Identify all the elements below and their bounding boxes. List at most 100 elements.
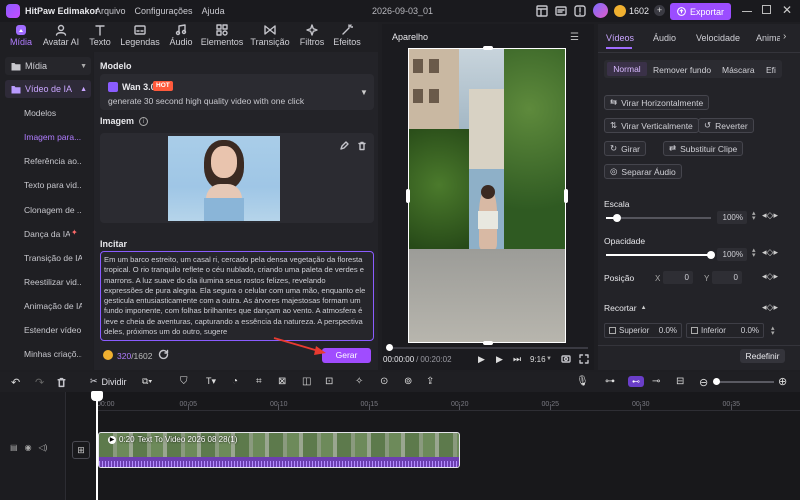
stepper-icon[interactable]: ▴ ▾ — [752, 210, 756, 222]
subtab-remover-fundo[interactable]: Remover fundo — [653, 65, 711, 75]
edit-icon[interactable] — [339, 141, 349, 151]
keyframe-nav-icon[interactable]: ◂◇▸ — [762, 271, 778, 282]
magnet-icon[interactable]: ⊷ — [628, 376, 644, 387]
zoom-slider-knob[interactable] — [713, 378, 720, 385]
resize-handle-bottom[interactable] — [483, 341, 493, 345]
scale-slider[interactable] — [606, 217, 711, 219]
stepper-icon[interactable]: ▴ ▾ — [752, 247, 756, 259]
sidebar-section-video-ia[interactable]: Vídeo de IA ▲ — [5, 80, 91, 98]
play-icon[interactable]: ▶ — [478, 354, 485, 365]
resize-handle-top[interactable] — [483, 46, 493, 50]
sidebar-item-clonagem[interactable]: Clonagem de ... — [24, 205, 82, 215]
keyframe-nav-icon[interactable]: ◂◇▸ — [762, 210, 778, 221]
delete-icon[interactable] — [56, 377, 67, 388]
microphone-icon[interactable]: 🎙 — [576, 376, 589, 387]
mask-icon[interactable]: ◫ — [302, 376, 311, 387]
scale-slider-knob[interactable] — [612, 214, 621, 222]
sidebar-item-animacao-ia[interactable]: Animação de IA — [24, 301, 82, 311]
tab-velocidade[interactable]: Velocidade — [696, 33, 740, 43]
tab-animacao[interactable]: Animaç — [756, 33, 780, 43]
refresh-icon[interactable] — [158, 349, 169, 360]
record-icon[interactable]: ⊙ — [380, 376, 388, 387]
zoom-out-icon[interactable]: ⊖ — [699, 376, 708, 389]
undo-icon[interactable]: ↶ — [11, 376, 20, 389]
time-ruler[interactable] — [97, 393, 800, 411]
skip-end-icon[interactable]: ⏭ — [513, 354, 521, 365]
minimize-icon[interactable] — [742, 11, 752, 12]
shield-icon[interactable]: ⛉ — [180, 376, 188, 387]
subtab-mascara[interactable]: Máscara — [722, 65, 755, 75]
scale-value[interactable]: 100% — [717, 211, 747, 224]
delete-icon[interactable] — [357, 141, 367, 151]
snapshot-icon[interactable] — [561, 354, 571, 363]
fullscreen-icon[interactable] — [579, 354, 589, 364]
tab-audio-props[interactable]: Áudio — [653, 33, 676, 43]
add-track-icon[interactable]: ⊞ — [72, 441, 90, 459]
tab-videos[interactable]: Vídeos — [606, 33, 634, 43]
crop-icon[interactable]: ⌗ — [256, 376, 262, 387]
info-icon[interactable]: i — [139, 116, 149, 126]
sidebar-item-minhas-criacoes[interactable]: Minhas criaçõ... — [24, 349, 82, 359]
visibility-icon[interactable]: ◉ — [25, 443, 32, 452]
tab-filtros[interactable]: Filtros — [296, 22, 328, 52]
subtab-efeitos[interactable]: Efi — [766, 65, 780, 75]
video-frame[interactable] — [408, 48, 566, 343]
playhead-knob[interactable] — [386, 344, 393, 351]
subtab-normal[interactable]: Normal — [607, 62, 647, 76]
sidebar-item-estender[interactable]: Estender vídeo — [24, 325, 82, 335]
sidebar-item-modelos[interactable]: Modelos — [24, 108, 82, 118]
tab-elementos[interactable]: Elementos — [200, 22, 244, 52]
tab-midia[interactable]: Mídia — [6, 22, 36, 52]
sidebar-item-transicao-ia[interactable]: Transição de IA — [24, 253, 82, 263]
rotate-button[interactable]: ↻ Girar — [604, 141, 647, 156]
snap-icon[interactable]: ⊸ — [652, 376, 660, 387]
menu-arquivo[interactable]: Arquivo — [95, 6, 126, 16]
link-icon[interactable]: ⊶ — [605, 376, 615, 387]
avatar[interactable] — [593, 3, 608, 18]
tab-efeitos[interactable]: Efeitos — [332, 22, 362, 52]
menu-ajuda[interactable]: Ajuda — [202, 6, 225, 16]
tab-texto[interactable]: Texto — [86, 22, 114, 52]
pos-y-input[interactable]: 0 — [712, 271, 742, 284]
sidebar-item-imagem-para[interactable]: Imagem para... — [24, 132, 82, 142]
tab-audio[interactable]: Áudio — [166, 22, 196, 52]
chevron-right-icon[interactable]: › — [783, 31, 786, 42]
playhead-handle[interactable] — [91, 391, 103, 401]
separate-audio-button[interactable]: ◎ Separar Áudio — [604, 164, 682, 179]
opacity-slider[interactable] — [606, 254, 711, 256]
export-button[interactable]: Exportar — [670, 3, 731, 20]
menu-configuracoes[interactable]: Configurações — [135, 6, 193, 16]
transform-icon[interactable]: ⊡ — [325, 376, 333, 387]
speed-icon[interactable]: ◔ — [232, 376, 238, 387]
redo-icon[interactable]: ↷ — [35, 376, 44, 389]
export-frame-icon[interactable]: ⇪ — [426, 376, 434, 387]
flip-horizontal-button[interactable]: ⇆ Virar Horizontalmente — [604, 95, 710, 110]
stepper-icon[interactable]: ▴ ▾ — [771, 325, 775, 337]
keyframe-nav-icon[interactable]: ◂◇▸ — [762, 302, 778, 313]
keyframe-nav-icon[interactable]: ◂◇▸ — [762, 247, 778, 258]
sidebar-item-referencia[interactable]: Referência ao... — [24, 156, 82, 166]
crop-section-header[interactable]: Recortar ▲ — [604, 303, 647, 313]
add-credits-icon[interactable]: + — [654, 5, 665, 16]
zoom-slider[interactable] — [714, 381, 774, 383]
replace-clip-button[interactable]: ⇄ Substituir Clipe — [663, 141, 744, 156]
library-icon[interactable] — [555, 5, 567, 17]
menu-icon[interactable]: ☰ — [570, 32, 579, 43]
reset-button[interactable]: Redefinir — [740, 349, 785, 363]
text-tool-icon[interactable]: T▾ — [206, 376, 216, 387]
sidebar-section-midia[interactable]: Mídia ▼ — [5, 57, 91, 75]
pos-x-input[interactable]: 0 — [663, 271, 693, 284]
resize-handle-left[interactable] — [406, 189, 410, 203]
model-dropdown-icon[interactable]: ▼ — [360, 88, 368, 97]
playback-progress[interactable] — [388, 347, 588, 349]
notification-icon[interactable] — [574, 5, 586, 17]
sidebar-item-texto-para-video[interactable]: Texto para vid... — [24, 180, 82, 190]
scene-icon[interactable]: ⊚ — [404, 376, 412, 387]
tab-avatar-ai[interactable]: Avatar AI — [40, 22, 82, 52]
sidebar-item-reestilizar[interactable]: Reestilizar vid... — [24, 277, 82, 287]
close-icon[interactable]: ✕ — [782, 3, 792, 17]
zoom-in-icon[interactable]: ⊕ — [778, 375, 787, 388]
ai-tool-icon[interactable]: ✧ — [355, 376, 363, 387]
sidebar-item-danca-ia[interactable]: Dança da IA — [24, 229, 70, 239]
tab-legendas[interactable]: Legendas — [118, 22, 162, 52]
